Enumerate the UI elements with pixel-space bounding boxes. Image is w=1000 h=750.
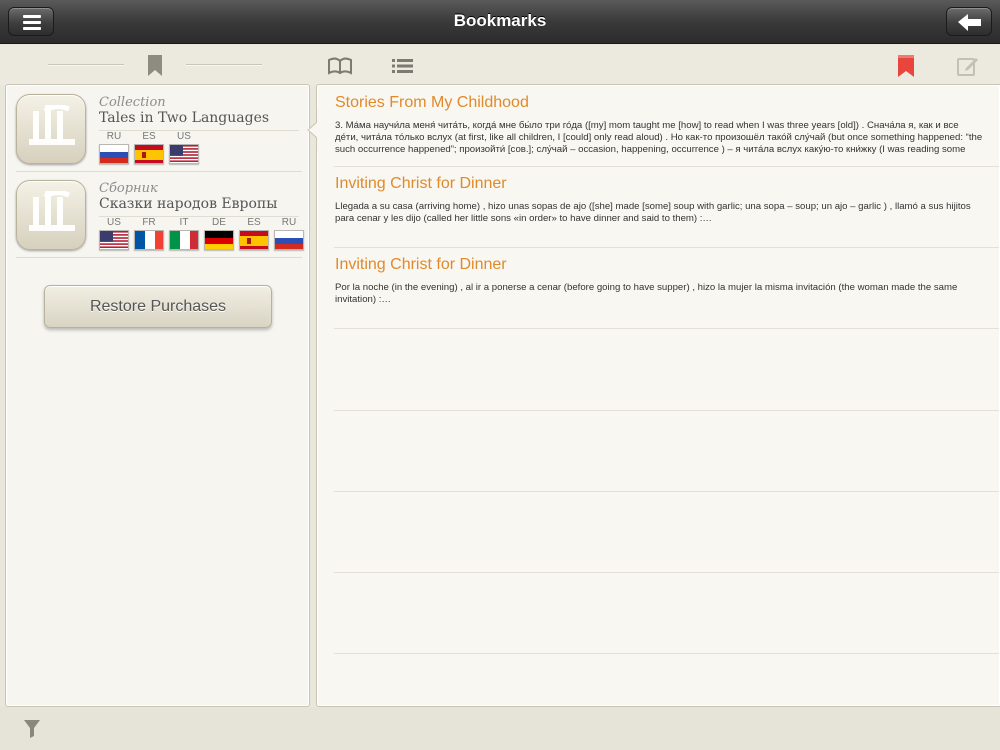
empty-row-divider [334, 572, 999, 573]
page-title: Bookmarks [453, 11, 547, 30]
back-button[interactable] [946, 7, 992, 36]
bookmarks-panel: Stories From My Childhood 3. Мáма научи́… [316, 84, 1000, 707]
selection-pointer-icon [307, 108, 319, 152]
empty-row-divider [334, 410, 999, 411]
bookmark-title: Inviting Christ for Dinner [335, 175, 507, 192]
flag-spain-icon [134, 144, 164, 164]
collections-panel: Collection Tales in Two Languages RU ES … [5, 84, 310, 707]
flag-russia-icon [99, 144, 129, 164]
bookmark-excerpt: Por la noche (in the evening) , al ir a … [335, 282, 958, 305]
back-arrow-icon [958, 14, 981, 31]
app-icon [16, 180, 86, 250]
edit-note-icon[interactable] [956, 55, 980, 77]
language-code: RU [106, 131, 122, 142]
toolbar-divider-right [186, 64, 262, 66]
list-icon[interactable] [391, 57, 415, 75]
bookmark-item[interactable]: Inviting Christ for Dinner Llegada a su … [334, 167, 999, 248]
flag-france-icon [134, 230, 164, 250]
language-code: IT [179, 217, 189, 228]
language-code: FR [142, 217, 156, 228]
flag-usa-icon [169, 144, 199, 164]
bookmark-item[interactable]: Inviting Christ for Dinner Por la noche … [334, 248, 999, 329]
collection-title: Tales in Two Languages [99, 110, 270, 126]
collection-item[interactable]: Collection Tales in Two Languages RU ES … [16, 86, 302, 172]
filter-icon[interactable] [23, 719, 41, 739]
flag-germany-icon [204, 230, 234, 250]
collection-subtitle: Collection [99, 95, 166, 110]
toolbar-divider-left [48, 64, 124, 66]
flag-russia-icon [274, 230, 304, 250]
collection-item[interactable]: Сборник Сказки народов Европы US FR IT D… [16, 172, 304, 258]
language-code: ES [142, 131, 156, 142]
collection-divider [99, 130, 299, 131]
language-code: US [107, 217, 121, 228]
collection-subtitle: Сборник [99, 181, 158, 196]
collection-title: Сказки народов Европы [99, 196, 278, 212]
bookmark-icon[interactable] [146, 54, 164, 78]
flag-usa-icon [99, 230, 129, 250]
language-code: RU [281, 217, 297, 228]
collection-divider [99, 216, 299, 217]
empty-row-divider [334, 491, 999, 492]
bottom-toolbar [0, 707, 1000, 750]
bookmark-excerpt: 3. Мáма научи́ла меня́ чита́ть, когда́ м… [335, 120, 983, 155]
bookmark-title: Stories From My Childhood [335, 94, 529, 111]
language-code: DE [212, 217, 226, 228]
nav-bar: Bookmarks [0, 0, 1000, 44]
bookmark-title: Inviting Christ for Dinner [335, 256, 507, 273]
app-icon [16, 94, 86, 164]
app-logo-icon [29, 105, 75, 145]
bookmark-item[interactable]: Stories From My Childhood 3. Мáма научи́… [334, 86, 999, 167]
red-bookmark-icon[interactable] [896, 54, 916, 80]
language-code: ES [247, 217, 261, 228]
empty-row-divider [334, 653, 999, 654]
bookmark-excerpt: Llegada a su casa (arriving home) , hizo… [335, 201, 971, 224]
flag-spain-icon [239, 230, 269, 250]
book-icon[interactable] [327, 57, 353, 75]
language-code: US [177, 131, 191, 142]
restore-purchases-button[interactable]: Restore Purchases [44, 285, 272, 328]
app-logo-icon [29, 191, 75, 231]
flag-italy-icon [169, 230, 199, 250]
